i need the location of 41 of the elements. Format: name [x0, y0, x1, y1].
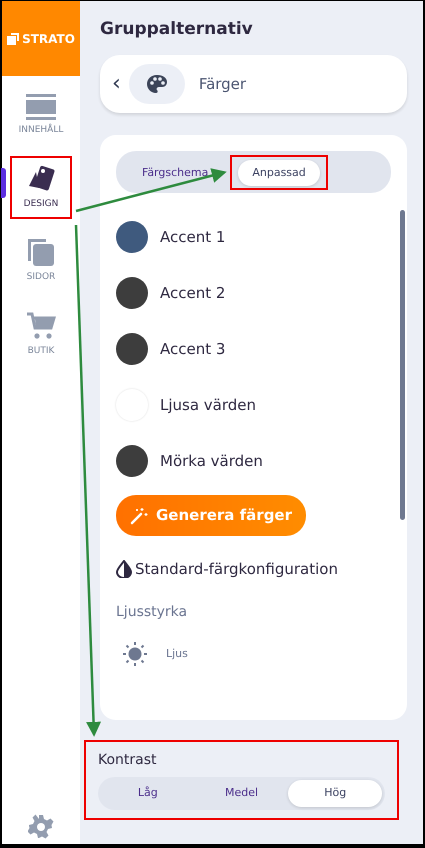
color-dot[interactable] [116, 333, 148, 366]
layout-rows-icon [26, 94, 56, 120]
nav-label: SIDOR [26, 271, 56, 284]
panel-title: Gruppalternativ [100, 19, 254, 40]
settings-icon[interactable] [28, 814, 54, 840]
color-swatch-icon [26, 164, 56, 194]
header-label: Färger [198, 74, 246, 96]
nav-label: INNEHÅLL [18, 124, 64, 137]
nav-label: DESIGN [24, 198, 58, 210]
contrast-heading: Kontrast [98, 751, 158, 770]
default-config-link[interactable]: Standard-färgkonfiguration [135, 558, 338, 580]
color-label: Accent 2 [160, 283, 226, 304]
nav-item[interactable]: INNEHÅLL [10, 86, 72, 146]
color-dot[interactable] [116, 221, 148, 254]
scheme-tab[interactable]: Anpassad [238, 160, 320, 186]
color-label: Accent 1 [160, 227, 226, 248]
logo-icon [7, 32, 20, 44]
shopping-cart-icon [26, 310, 56, 340]
contrast-option[interactable]: Hög [288, 780, 382, 807]
back-button[interactable]: ‹ [110, 73, 123, 96]
color-dot[interactable] [116, 277, 148, 310]
nav-item[interactable]: SIDOR [10, 229, 72, 292]
scheme-tab[interactable]: Färgschema [128, 160, 222, 186]
contrast-drop-icon [116, 560, 132, 578]
nav-item[interactable]: BUTIK [10, 302, 72, 366]
color-dot[interactable] [116, 445, 148, 478]
color-label: Ljusa värden [160, 395, 256, 416]
magic-wand-icon [130, 506, 148, 525]
color-label: Accent 3 [160, 339, 226, 360]
logo-text: STRATO [22, 30, 75, 48]
contrast-option[interactable]: Låg [101, 780, 195, 807]
brightness-option[interactable]: Ljus [166, 646, 188, 663]
scrollbar-thumb[interactable] [400, 210, 405, 520]
color-label: Mörka värden [160, 451, 263, 472]
brightness-heading: Ljusstyrka [116, 603, 188, 622]
pages-icon [26, 237, 56, 267]
sun-icon [122, 641, 148, 668]
contrast-option[interactable]: Medel [194, 780, 288, 807]
palette-icon [146, 74, 168, 94]
nav-label: BUTIK [28, 344, 54, 358]
active-indicator [1, 168, 6, 198]
